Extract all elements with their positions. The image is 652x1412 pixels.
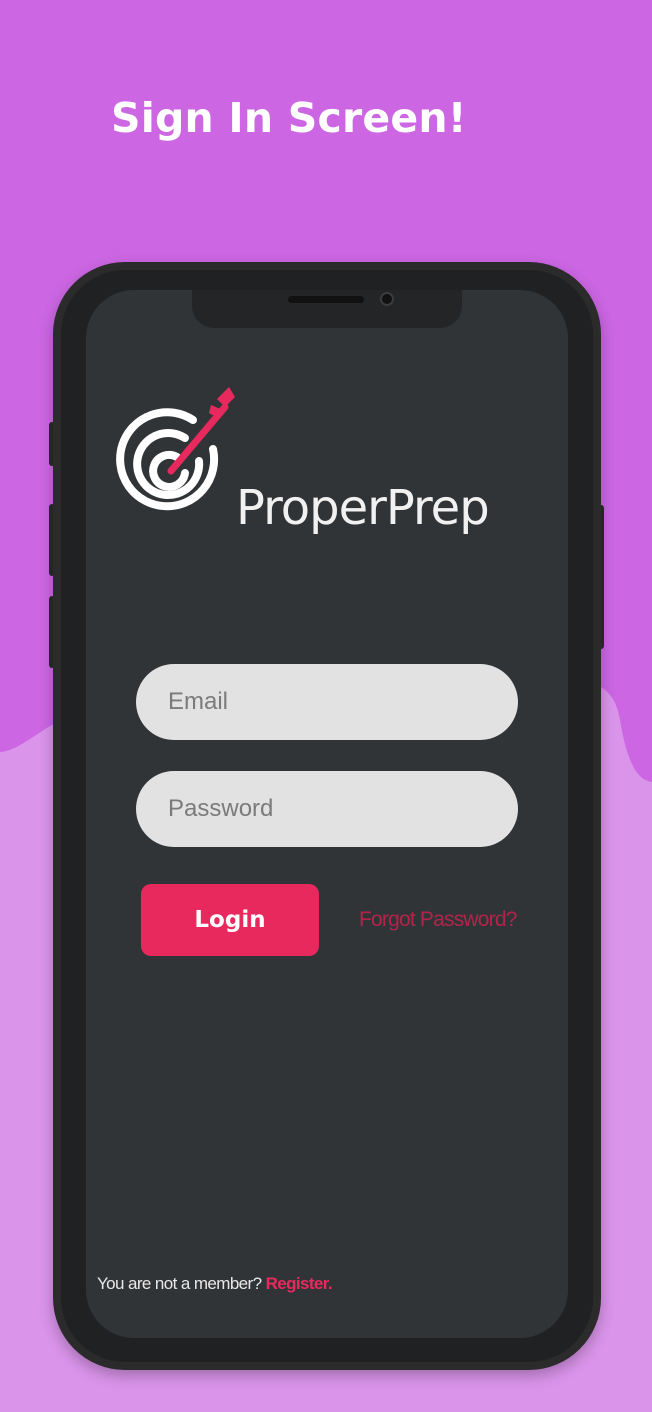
password-input[interactable] xyxy=(136,771,518,847)
register-link[interactable]: Register. xyxy=(266,1274,333,1293)
brand-name: ProperPrep xyxy=(236,480,490,536)
login-button[interactable]: Login xyxy=(141,884,319,956)
not-member-text: You are not a member? xyxy=(97,1274,262,1293)
speaker-grille xyxy=(288,296,364,303)
target-logo-icon xyxy=(116,387,235,511)
register-prompt: You are not a member? Register. xyxy=(97,1274,333,1294)
page-headline: Sign In Screen! xyxy=(111,94,467,142)
phone-screen: ProperPrep Login Forgot Password? You ar… xyxy=(86,290,568,1338)
forgot-password-link[interactable]: Forgot Password? xyxy=(359,908,517,932)
phone-notch xyxy=(192,290,462,328)
front-camera xyxy=(380,292,394,306)
email-input[interactable] xyxy=(136,664,518,740)
